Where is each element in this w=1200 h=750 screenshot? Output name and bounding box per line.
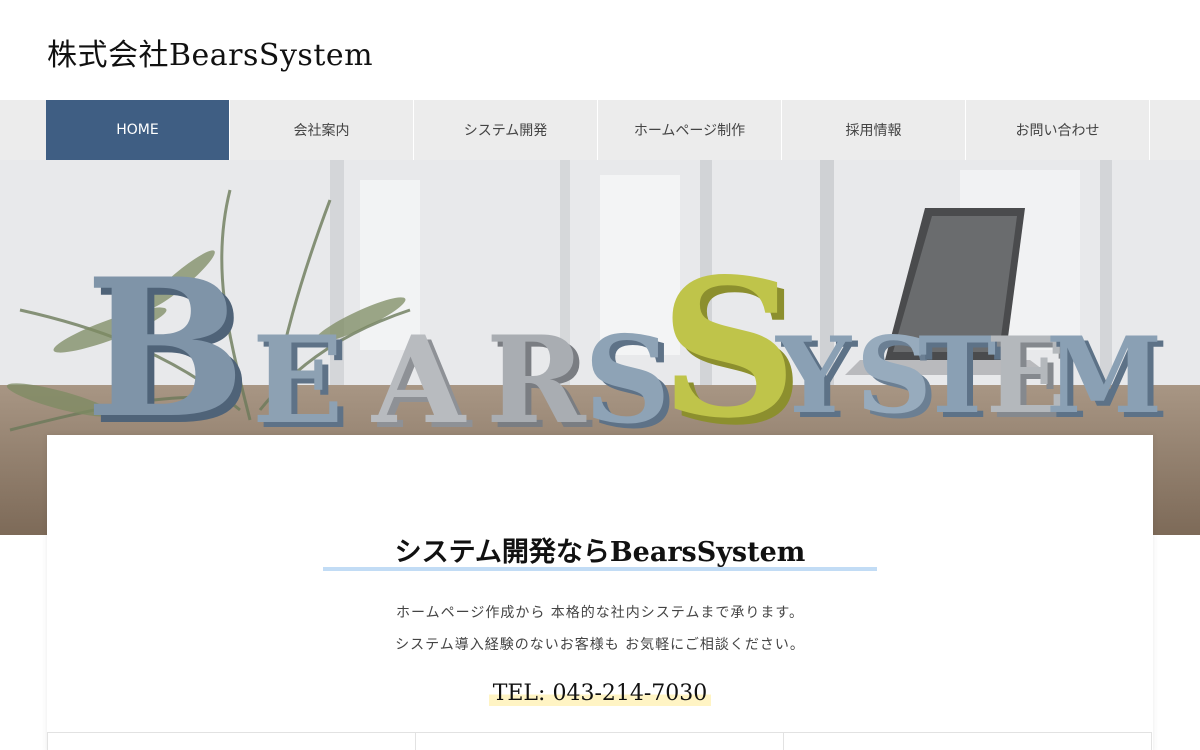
lead-text-2: システム導入経験のないお客様も お気軽にご相談ください。 <box>395 637 805 653</box>
feature-row <box>47 732 1152 750</box>
global-nav: HOME 会社案内 システム開発 ホームページ制作 採用情報 お問い合わせ <box>0 100 1200 160</box>
lead-text-1: ホームページ作成から 本格的な社内システムまで承ります。 <box>396 605 804 621</box>
tel-block: TEL: 043-214-7030 <box>47 681 1153 706</box>
svg-text:Y: Y <box>775 313 852 437</box>
nav-item-web-production[interactable]: ホームページ制作 <box>598 100 782 160</box>
feature-box <box>783 732 1152 750</box>
nav-item-recruit[interactable]: 採用情報 <box>782 100 966 160</box>
site-title[interactable]: 株式会社BearsSystem <box>47 30 373 74</box>
title-underline <box>323 567 877 571</box>
intro-card: システム開発ならBearsSystem ホームページ作成から 本格的な社内システ… <box>47 435 1153 750</box>
nav-item-home[interactable]: HOME <box>46 100 230 160</box>
feature-box <box>415 732 784 750</box>
tel-number[interactable]: TEL: 043-214-7030 <box>488 681 712 706</box>
catch-title: システム開発ならBearsSystem <box>394 537 806 568</box>
svg-text:R: R <box>486 310 587 451</box>
nav-item-company[interactable]: 会社案内 <box>230 100 414 160</box>
nav-item-system-development[interactable]: システム開発 <box>414 100 598 160</box>
svg-text:A: A <box>371 310 467 451</box>
feature-box <box>47 732 416 750</box>
nav-item-contact[interactable]: お問い合わせ <box>966 100 1150 160</box>
nav-list: HOME 会社案内 システム開発 ホームページ制作 採用情報 お問い合わせ <box>46 100 1150 160</box>
svg-text:T: T <box>918 313 996 437</box>
svg-text:S: S <box>584 310 671 451</box>
svg-text:B: B <box>85 237 246 460</box>
site-header: 株式会社BearsSystem <box>0 0 1200 100</box>
svg-text:E: E <box>252 310 343 451</box>
svg-text:M: M <box>1046 313 1162 437</box>
